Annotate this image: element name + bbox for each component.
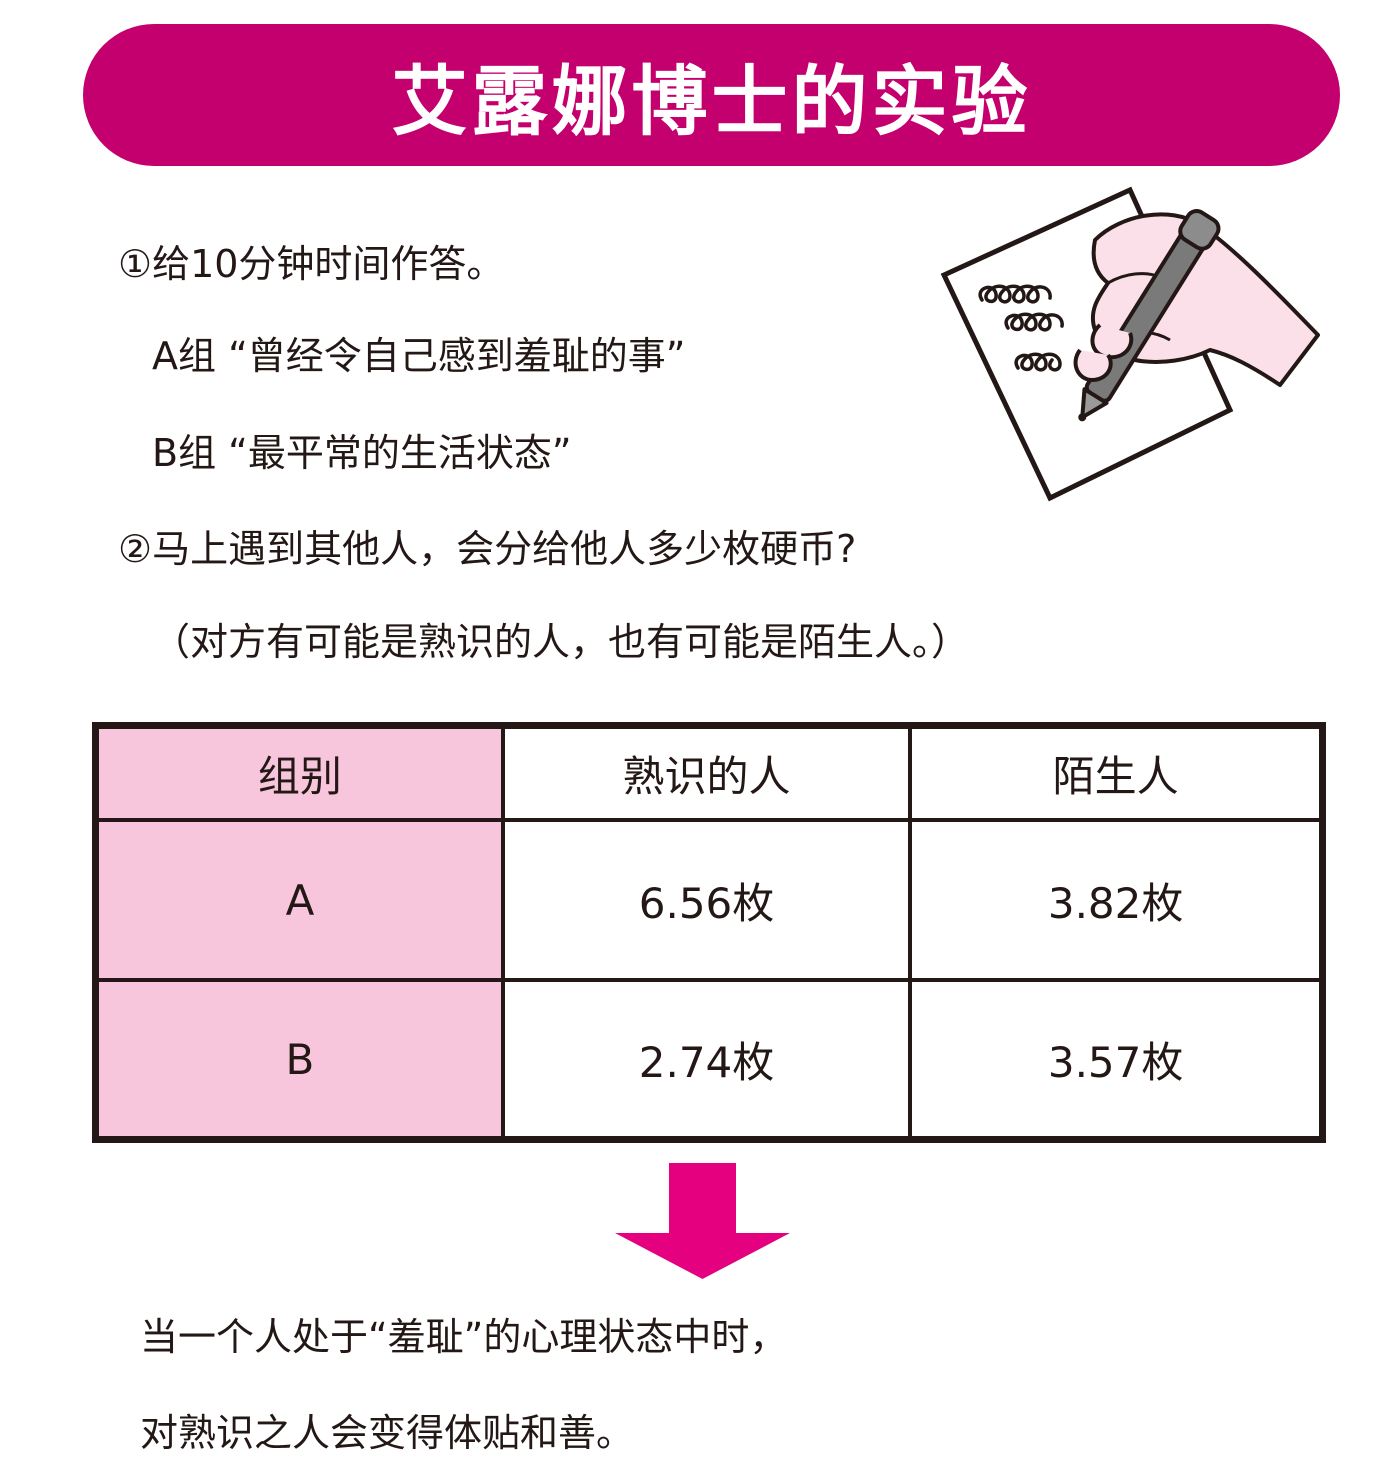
- table-row: A 6.56枚 3.82枚: [93, 817, 1325, 983]
- step-2-text: ②马上遇到其他人，会分给他人多少枚硬币?: [118, 527, 857, 571]
- row-a-acquaintance-value: 6.56枚: [500, 817, 913, 983]
- header-stranger: 陌生人: [908, 723, 1325, 822]
- step-2-note: （对方有可能是熟识的人，也有可能是陌生人。）: [152, 620, 970, 664]
- header-group: 组别: [93, 723, 505, 822]
- row-b-acquaintance-value: 2.74枚: [500, 978, 913, 1142]
- page-title: 艾露娜博士的实验: [391, 57, 1032, 146]
- conclusion-line-1: 当一个人处于“羞耻”的心理状态中时，: [140, 1315, 788, 1359]
- row-a-group: A: [93, 817, 505, 983]
- group-b-description: B组 “最平常的生活状态”: [152, 431, 572, 475]
- title-banner: 艾露娜博士的实验: [83, 24, 1340, 166]
- conclusion-line-2: 对熟识之人会变得体贴和善。: [140, 1411, 635, 1455]
- table-row: B 2.74枚 3.57枚: [93, 978, 1325, 1142]
- table-header-row: 组别 熟识的人 陌生人: [93, 723, 1325, 822]
- row-b-group: B: [93, 978, 505, 1142]
- row-a-stranger-value: 3.82枚: [908, 817, 1325, 983]
- group-a-description: A组 “曾经令自己感到羞耻的事”: [152, 334, 686, 378]
- results-table: 组别 熟识的人 陌生人 A 6.56枚 3.82枚 B 2.74枚 3.57枚: [92, 722, 1326, 1143]
- hand-writing-with-pen-icon: [940, 186, 1320, 502]
- down-arrow-icon: [615, 1163, 790, 1279]
- step-1-text: ①给10分钟时间作答。: [118, 242, 505, 286]
- row-b-stranger-value: 3.57枚: [908, 978, 1325, 1142]
- header-acquaintance: 熟识的人: [500, 723, 913, 822]
